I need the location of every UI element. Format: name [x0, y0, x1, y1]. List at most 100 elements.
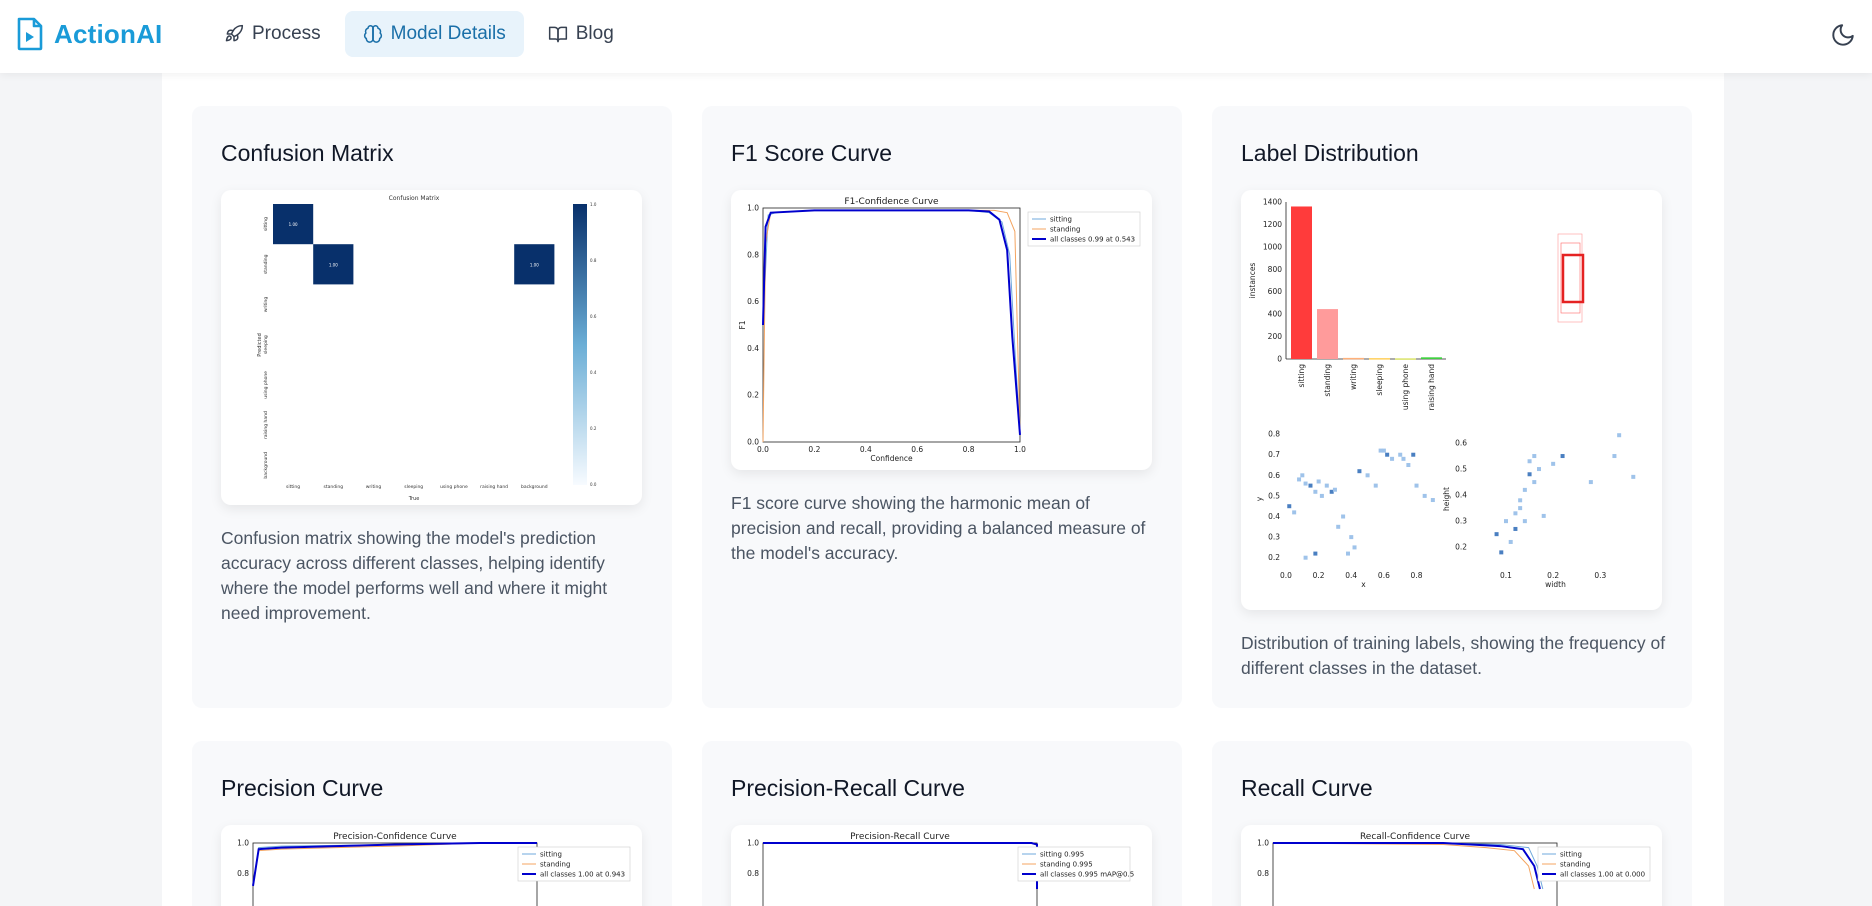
matrix-cell-value: 1.00 — [289, 222, 298, 227]
bar — [1369, 358, 1390, 360]
scatter-point — [1494, 532, 1499, 537]
card-title: Precision Curve — [221, 775, 384, 801]
colorbar-tick: 0.8 — [590, 258, 597, 263]
card-description: Confusion matrix showing the model's pre… — [221, 528, 608, 623]
model-details-section: Confusion Matrix Confusion Matrix Predic… — [162, 73, 1724, 906]
bar — [1421, 357, 1442, 359]
y-axis-label: instances — [1248, 263, 1257, 299]
scatter-point — [1365, 473, 1370, 478]
series-line — [252, 842, 537, 887]
bar — [1395, 358, 1416, 360]
y-tick-label: 0.3 — [1455, 517, 1467, 526]
scatter-point — [1313, 489, 1318, 494]
colorbar — [573, 204, 587, 485]
scatter-point — [1504, 519, 1508, 524]
y-tick-label: 800 — [1268, 265, 1283, 274]
x-tick-label: background — [521, 484, 548, 490]
legend-label: sitting 0.995 — [1040, 851, 1084, 859]
x-tick-label: 0.8 — [1411, 571, 1423, 580]
series-line — [763, 842, 1038, 889]
legend-label: sitting — [1560, 851, 1582, 859]
chart-title: Precision-Confidence Curve — [333, 832, 457, 842]
scatter-point — [1303, 555, 1308, 560]
box-overlay-outer — [1557, 233, 1583, 323]
scatter-point — [1430, 498, 1435, 503]
y-tick-label: 1.0 — [747, 839, 759, 848]
series-line — [252, 842, 537, 887]
y-tick-label: 0.4 — [1268, 512, 1280, 521]
brain-icon — [363, 24, 382, 43]
colorbar-tick: 1.0 — [590, 202, 597, 207]
scatter-point — [1398, 452, 1403, 457]
y-tick-label: 0.8 — [1268, 430, 1280, 439]
card-title: Precision-Recall Curve — [731, 775, 965, 801]
matrix-cell-value: 1.00 — [530, 262, 539, 267]
y-axis-label: F1 — [738, 320, 747, 329]
nav-label-process: Process — [252, 23, 321, 44]
legend-label: standing 0.995 — [1040, 861, 1093, 869]
y-tick-label: 400 — [1268, 310, 1283, 319]
colorbar-tick: 0.0 — [590, 482, 597, 487]
scatter-point — [1422, 493, 1427, 498]
scatter-point — [1332, 487, 1337, 492]
y-tick-label: 0.5 — [1455, 465, 1467, 474]
label-distribution-chart: 0 200 400 600 800 1000 1200 1400 instances sittin… — [1248, 198, 1636, 589]
x-tick-label: 0.3 — [1594, 571, 1606, 580]
scatter-point — [1414, 483, 1419, 488]
confusion-matrix-figure: Confusion Matrix Predicted True 1.00 1.00… — [221, 190, 642, 505]
video-file-icon — [17, 17, 43, 51]
scatter-point — [1527, 472, 1532, 477]
y-tick-label: background — [263, 452, 269, 479]
scatter-point — [1313, 551, 1318, 556]
x-tick-label: 0.4 — [1345, 571, 1357, 580]
scatter-point — [1551, 461, 1556, 466]
y-tick-label: 0.2 — [747, 391, 759, 400]
series-line — [1273, 842, 1544, 890]
scatter-point — [1287, 504, 1292, 509]
x-tick-label: 0.6 — [911, 445, 923, 454]
scatter-point — [1324, 483, 1329, 488]
y-tick-label: 0 — [1277, 355, 1282, 364]
scatter-point — [1537, 467, 1541, 472]
card-f1-score-curve: F1 Score Curve F1-Confidence Curve 0.0 0.2… — [702, 106, 1182, 708]
nav-item-blog[interactable]: Blog — [530, 11, 632, 57]
legend-label: all classes 1.00 at 0.943 — [540, 871, 625, 879]
card-label-distribution: Label Distribution 0 200 400 600 800 1000 1200… — [1212, 106, 1692, 708]
scatter-point — [1411, 452, 1416, 457]
x-tick-label: sitting — [286, 484, 300, 490]
scatter-point — [1381, 448, 1386, 453]
scatter-point — [1385, 452, 1390, 457]
y-tick-label: 0.2 — [1268, 553, 1280, 562]
y-tick-label: sitting — [263, 217, 269, 231]
series-line — [763, 842, 1038, 889]
moon-icon[interactable] — [1830, 22, 1856, 48]
x-tick-label: 0.1 — [1500, 571, 1512, 580]
precision-recall-figure: Precision-Recall Curve 0.8 1.0 sitting 0.99… — [731, 825, 1152, 906]
chart-title: Precision-Recall Curve — [850, 832, 950, 842]
scatter-point — [1300, 473, 1305, 478]
y-tick-label: 0.8 — [747, 869, 759, 878]
x-tick-label: 0.8 — [963, 445, 975, 454]
x-axis-label: Confidence — [870, 454, 913, 463]
legend-label: standing — [1560, 861, 1590, 869]
y-tick-label: 600 — [1268, 287, 1283, 296]
chart-title: Recall-Confidence Curve — [1360, 832, 1471, 842]
y-axis-label: height — [1442, 487, 1451, 511]
x-tick-label: raising hand — [480, 484, 508, 490]
y-tick-label: 0.8 — [747, 250, 759, 259]
series-line — [252, 842, 537, 887]
scatter-point — [1518, 506, 1523, 511]
scatter-point — [1319, 493, 1324, 498]
x-tick-label: sleeping — [404, 484, 423, 490]
nav-item-process[interactable]: Process — [206, 11, 339, 57]
y-tick-label: 0.5 — [1268, 491, 1280, 500]
scatter-point — [1357, 469, 1362, 474]
nav-item-model-details[interactable]: Model Details — [344, 11, 524, 57]
recall-curve-figure: Recall-Confidence Curve 0.8 1.0 sitting stan… — [1241, 825, 1662, 906]
brand[interactable]: ActionAI — [16, 17, 162, 51]
card-title: Label Distribution — [1241, 140, 1419, 166]
scatter-point — [1527, 459, 1532, 464]
scatter-point — [1292, 510, 1297, 515]
scatter-point — [1532, 480, 1537, 485]
x-tick-label: using phone — [1401, 364, 1410, 410]
